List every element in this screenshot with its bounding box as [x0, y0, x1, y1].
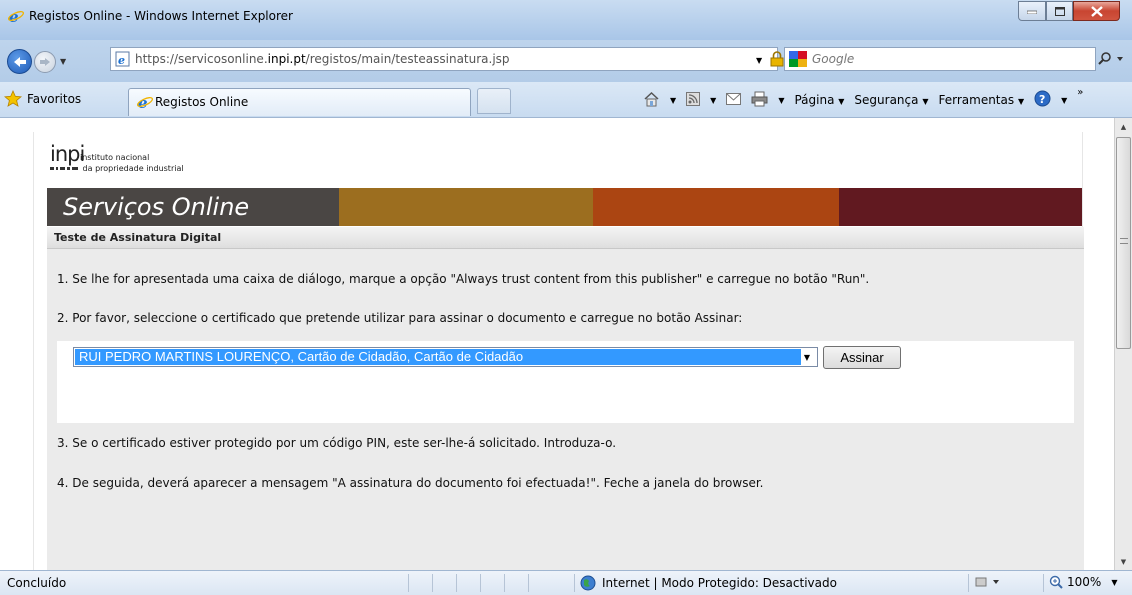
tab-label: Registos Online	[155, 95, 249, 109]
page-icon: e	[115, 51, 131, 70]
security-zone-text: Internet | Modo Protegido: Desactivado	[602, 576, 837, 590]
page-menu[interactable]: Página ▼	[794, 93, 844, 107]
scroll-down-button[interactable]: ▼	[1115, 553, 1132, 570]
chevron-more-icon[interactable]: »	[1077, 87, 1083, 98]
close-window-button[interactable]	[1073, 1, 1120, 21]
search-placeholder: Google	[812, 52, 855, 66]
instructions-panel: 1. Se lhe for apresentada uma caixa de d…	[47, 249, 1084, 570]
certificate-selected-value: RUI PEDRO MARTINS LOURENÇO, Cartão de Ci…	[75, 349, 801, 365]
status-bar: Concluído Internet | Modo Protegido: Des…	[0, 570, 1132, 595]
ie-tab-icon: e	[136, 94, 154, 113]
back-arrow-icon	[13, 56, 26, 67]
print-icon[interactable]	[751, 91, 768, 110]
forward-button[interactable]	[34, 51, 56, 73]
zoom-control[interactable]: 100% ▼	[1049, 575, 1117, 589]
minimize-button[interactable]	[1018, 1, 1046, 21]
step-1-text: 1. Se lhe for apresentada uma caixa de d…	[57, 272, 870, 286]
sign-button[interactable]: Assinar	[823, 346, 901, 369]
zoom-icon	[1049, 575, 1063, 589]
vertical-scrollbar[interactable]: ▲ ▼	[1114, 118, 1132, 570]
certificate-select[interactable]: RUI PEDRO MARTINS LOURENÇO, Cartão de Ci…	[73, 347, 818, 367]
feeds-icon[interactable]	[686, 91, 701, 109]
feeds-dropdown-icon[interactable]: ▼	[710, 96, 716, 105]
page-viewport: inpi instituto nacional da propriedade i…	[0, 118, 1114, 570]
window-title: Registos Online - Windows Internet Explo…	[29, 9, 293, 23]
status-text: Concluído	[7, 576, 67, 590]
maximize-button[interactable]	[1046, 1, 1073, 21]
step-2-text: 2. Por favor, seleccione o certificado q…	[57, 311, 743, 325]
command-bar: ▼ ▼ ▼ Página ▼ Segurança ▼ Ferramentas ▼…	[643, 87, 1083, 110]
maximize-icon	[1054, 6, 1065, 16]
security-menu[interactable]: Segurança ▼	[854, 93, 928, 107]
star-icon	[4, 90, 22, 107]
logo-line1: instituto nacional	[80, 153, 150, 162]
google-icon	[789, 51, 807, 70]
scroll-up-button[interactable]: ▲	[1115, 118, 1132, 135]
favorites-label: Favoritos	[27, 91, 82, 106]
search-icon[interactable]	[1098, 52, 1126, 69]
svg-text:e: e	[118, 54, 125, 67]
home-dropdown-icon[interactable]: ▼	[670, 96, 676, 105]
ie-logo-icon: e	[7, 8, 25, 27]
forward-arrow-icon	[40, 58, 50, 66]
favorites-button[interactable]: Favoritos	[4, 90, 81, 107]
close-icon	[1090, 5, 1103, 17]
step-3-text: 3. Se o certificado estiver protegido po…	[57, 436, 617, 450]
globe-icon	[580, 575, 596, 591]
home-icon[interactable]	[643, 91, 660, 110]
security-zone[interactable]: Internet | Modo Protegido: Desactivado	[580, 575, 837, 591]
zoom-level: 100%	[1067, 575, 1102, 589]
history-dropdown-button[interactable]: ▼	[60, 57, 66, 66]
lock-icon[interactable]	[770, 51, 784, 70]
logo-line2: da propriedade industrial	[50, 164, 184, 173]
back-button[interactable]	[7, 49, 32, 74]
svg-text:?: ?	[1039, 93, 1045, 106]
protected-mode-icon[interactable]	[975, 575, 1001, 592]
step-4-text: 4. De seguida, deverá aparecer a mensage…	[57, 476, 764, 490]
chevron-down-icon[interactable]: ▼	[799, 349, 815, 365]
print-dropdown-icon[interactable]: ▼	[778, 96, 784, 105]
section-header: Teste de Assinatura Digital	[47, 227, 1084, 249]
address-bar[interactable]: e https://servicosonline.inpi.pt/registo…	[110, 47, 854, 71]
services-banner: Serviços Online	[47, 188, 1082, 226]
search-box[interactable]: Google	[784, 47, 1096, 71]
signature-applet: RUI PEDRO MARTINS LOURENÇO, Cartão de Ci…	[57, 341, 1074, 423]
minimize-icon	[1027, 10, 1037, 14]
new-tab-button[interactable]	[477, 88, 511, 114]
window-title-bar: e Registos Online - Windows Internet Exp…	[0, 0, 1132, 40]
address-dropdown-icon[interactable]: ▼	[756, 56, 762, 65]
banner-title: Serviços Online	[63, 193, 250, 221]
tools-menu[interactable]: Ferramentas ▼	[938, 93, 1024, 107]
help-dropdown-icon[interactable]: ▼	[1061, 96, 1067, 105]
url-text: https://servicosonline.inpi.pt/registos/…	[135, 52, 510, 66]
favorites-bar: Favoritos e Registos Online ▼ ▼ ▼ Página…	[0, 82, 1132, 118]
zoom-dropdown-icon[interactable]: ▼	[1111, 578, 1117, 587]
mail-icon[interactable]	[726, 92, 742, 108]
inpi-logo: inpi instituto nacional da propriedade i…	[50, 142, 184, 173]
help-icon[interactable]: ?	[1034, 90, 1051, 110]
navigation-bar: ▼ e https://servicosonline.inpi.pt/regis…	[0, 40, 1132, 82]
page-container: inpi instituto nacional da propriedade i…	[33, 132, 1084, 570]
scroll-thumb[interactable]	[1116, 137, 1131, 349]
tab-registos-online[interactable]: e Registos Online	[128, 88, 471, 116]
section-title: Teste de Assinatura Digital	[54, 231, 222, 244]
